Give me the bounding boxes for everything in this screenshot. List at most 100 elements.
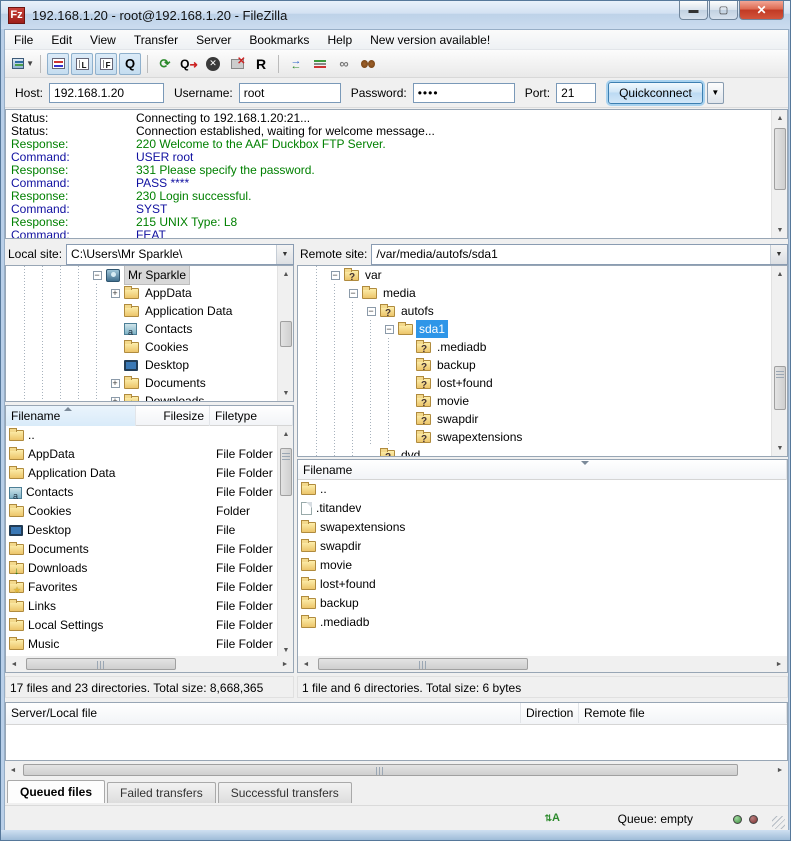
collapse-icon[interactable]: − [344,289,362,298]
scroll-down-icon[interactable]: ▼ [772,222,788,238]
dropdown-arrow-icon[interactable]: ▼ [276,245,293,264]
sync-link-button[interactable]: ∞ [333,53,355,75]
collapse-icon[interactable]: − [362,307,380,316]
resize-grip[interactable] [772,816,785,829]
tree-item-desktop[interactable]: Desktop [6,356,293,374]
tree-item-mediadb[interactable]: .mediadb [298,338,787,356]
collapse-icon[interactable]: − [88,271,106,280]
tree-item-downloads[interactable]: + Downloads [6,392,293,402]
remote-list-hscrollbar[interactable]: ◄ ► [298,656,787,672]
scroll-left-icon[interactable]: ◄ [5,762,21,778]
cancel-button[interactable]: ✕ [202,53,224,75]
scroll-left-icon[interactable]: ◄ [6,656,22,672]
directory-comparison-button[interactable] [309,53,331,75]
tree-item-sda1[interactable]: − sda1 [298,320,787,338]
file-row[interactable]: AppDataFile Folder [6,445,277,464]
expand-icon[interactable]: + [106,289,124,298]
menu-bookmarks[interactable]: Bookmarks [240,30,318,49]
scroll-up-icon[interactable]: ▲ [278,426,294,442]
quickconnect-button[interactable]: Quickconnect [608,82,703,104]
tree-item-contacts[interactable]: Contacts [6,320,293,338]
scroll-up-icon[interactable]: ▲ [772,266,788,282]
scrollbar-thumb[interactable] [774,366,786,410]
menu-server[interactable]: Server [187,30,240,49]
file-row[interactable]: .titandev [298,499,787,518]
remote-tree-scrollbar[interactable]: ▲ ▼ [771,266,787,456]
tree-item-media[interactable]: − media [298,284,787,302]
file-row[interactable]: MusicFile Folder [6,635,277,654]
port-input[interactable] [556,83,596,103]
tree-item-documents[interactable]: + Documents [6,374,293,392]
file-row[interactable]: DocumentsFile Folder [6,540,277,559]
file-row[interactable]: Local SettingsFile Folder [6,616,277,635]
tree-item-application-data[interactable]: Application Data [6,302,293,320]
tree-item-dvd[interactable]: dvd [298,446,787,457]
tree-item-movie[interactable]: movie [298,392,787,410]
username-input[interactable] [239,83,341,103]
tab-successful-transfers[interactable]: Successful transfers [218,782,352,803]
find-files-button[interactable] [357,53,379,75]
menu-view[interactable]: View [81,30,125,49]
file-row[interactable]: DownloadsFile Folder [6,559,277,578]
scroll-up-icon[interactable]: ▲ [278,266,294,282]
close-button[interactable]: ✕ [739,1,784,20]
menu-transfer[interactable]: Transfer [125,30,187,49]
file-row[interactable]: FavoritesFile Folder [6,578,277,597]
title-bar[interactable]: Fz 192.168.1.20 - root@192.168.1.20 - Fi… [1,1,791,29]
local-list-vscrollbar[interactable]: ▲ ▼ [277,426,293,658]
local-tree[interactable]: − Mr Sparkle + AppData Application Data … [5,265,294,402]
file-row[interactable]: Application DataFile Folder [6,464,277,483]
host-input[interactable] [49,83,164,103]
process-queue-button[interactable]: Q➜ [178,53,200,75]
tree-item-swapextensions[interactable]: swapextensions [298,428,787,446]
remote-file-list[interactable]: Filename .. .titandev swapextensions swa… [297,459,788,673]
scrollbar-thumb[interactable] [318,658,528,670]
tree-item-autofs[interactable]: − autofs [298,302,787,320]
log-scrollbar[interactable]: ▲ ▼ [771,110,787,238]
scrollbar-thumb[interactable] [280,321,292,347]
message-log[interactable]: Status:Connecting to 192.168.1.20:21... … [5,109,788,239]
file-row[interactable]: ContactsFile Folder [6,483,277,502]
menu-help[interactable]: Help [318,30,361,49]
file-row[interactable]: CookiesFolder [6,502,277,521]
maximize-button[interactable]: ▢ [709,1,738,20]
column-header-filesize[interactable]: Filesize [136,406,210,426]
file-row[interactable]: .. [298,480,787,499]
quickconnect-dropdown-button[interactable]: ▼ [707,82,724,104]
site-manager-button[interactable]: ▼ [12,53,34,75]
dropdown-arrow-icon[interactable]: ▼ [770,245,787,264]
collapse-icon[interactable]: − [326,271,344,280]
local-list-hscrollbar[interactable]: ◄ ► [6,656,293,672]
scroll-up-icon[interactable]: ▲ [772,110,788,126]
column-header-server-local-file[interactable]: Server/Local file [6,703,521,723]
queue-hscrollbar[interactable]: ◄ ► [5,762,788,778]
local-file-list[interactable]: Filename Filesize Filetype .. AppDataFil… [5,405,294,673]
scrollbar-thumb[interactable] [774,128,786,190]
menu-edit[interactable]: Edit [42,30,81,49]
transfer-queue[interactable]: Server/Local file Direction Remote file [5,702,788,761]
refresh-button[interactable]: ⟳ [154,53,176,75]
tree-item-cookies[interactable]: Cookies [6,338,293,356]
menu-file[interactable]: File [5,30,42,49]
synchronized-browsing-button[interactable]: →← [285,53,307,75]
tree-item-backup[interactable]: backup [298,356,787,374]
toggle-log-view-button[interactable] [47,53,69,75]
tree-item-mr-sparkle[interactable]: − Mr Sparkle [6,266,293,284]
file-row[interactable]: movie [298,556,787,575]
remote-site-combobox[interactable]: /var/media/autofs/sda1 ▼ [371,244,788,265]
collapse-icon[interactable]: − [380,325,398,334]
scroll-right-icon[interactable]: ► [277,656,293,672]
scroll-left-icon[interactable]: ◄ [298,656,314,672]
tree-item-swapdir[interactable]: swapdir [298,410,787,428]
toggle-queue-button[interactable]: Q [119,53,141,75]
reconnect-button[interactable]: R [250,53,272,75]
column-header-remote-file[interactable]: Remote file [579,703,787,723]
scroll-right-icon[interactable]: ► [771,656,787,672]
disconnect-button[interactable] [226,53,248,75]
toggle-local-tree-button[interactable]: L [71,53,93,75]
local-site-combobox[interactable]: C:\Users\Mr Sparkle\ ▼ [66,244,294,265]
password-input[interactable] [413,83,515,103]
expand-icon[interactable]: + [106,379,124,388]
file-row[interactable]: LinksFile Folder [6,597,277,616]
scrollbar-thumb[interactable] [280,448,292,496]
